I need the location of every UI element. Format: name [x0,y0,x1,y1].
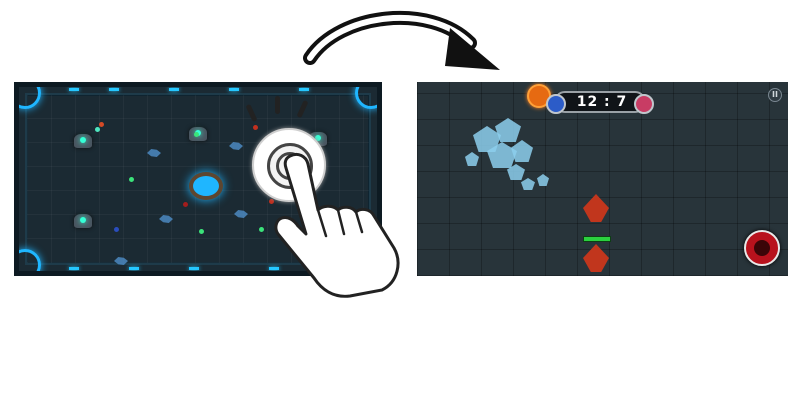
hand-pointer-icon [274,152,400,298]
enemy-dot [183,202,188,207]
enemy-dot [253,125,258,130]
red-team-icon [634,94,654,114]
edge-light [69,267,79,270]
energy-dot [129,177,134,182]
pause-button[interactable]: II [768,88,782,102]
enemy-dot [99,122,104,127]
enemy-ship [74,214,92,228]
edge-light [229,88,239,91]
energy-dot [95,127,100,132]
energy-dot [194,132,199,137]
health-bar [583,236,611,242]
energy-dot [199,229,204,234]
enemy-ship [74,134,92,148]
edge-light [109,88,119,91]
edge-light [69,88,79,91]
score-display: 12 : 7 [576,94,628,110]
unit-dot [114,227,119,232]
attack-button-icon [754,240,770,256]
curved-arrow-icon [303,11,500,70]
edge-light [189,267,199,270]
attack-button[interactable] [744,230,780,266]
edge-light [169,88,179,91]
tap-ray [275,96,280,114]
edge-light [129,267,139,270]
score-hud: 12 : 7 [546,91,654,114]
edge-light [299,88,309,91]
gameplay-screenshot: 12 : 7 II [417,82,788,276]
central-core [189,172,223,200]
blue-team-icon [546,94,566,114]
